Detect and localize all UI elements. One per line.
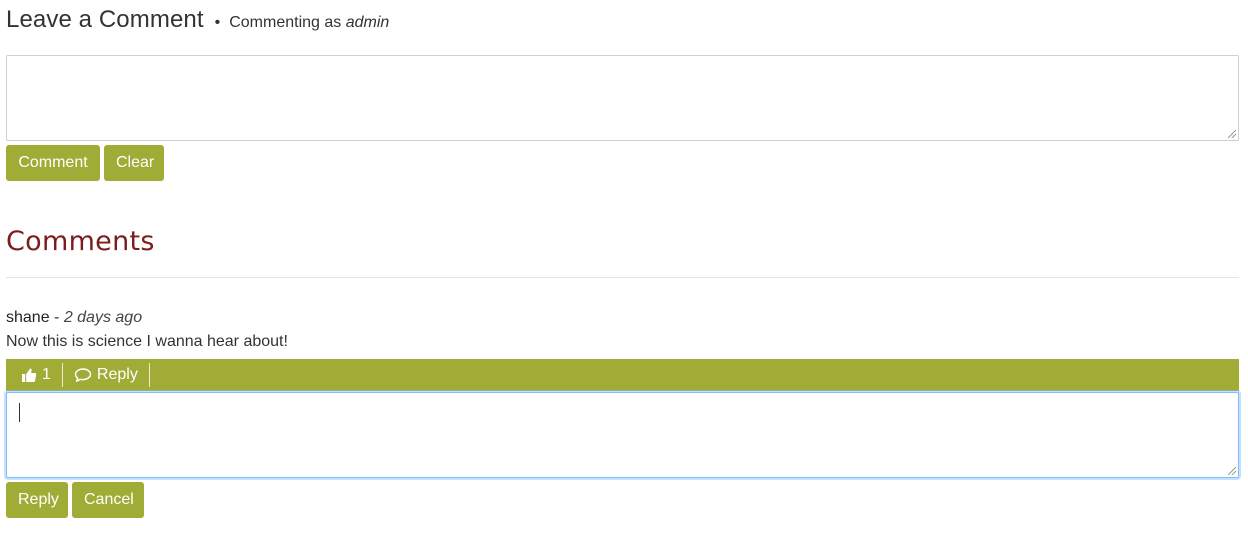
comment-author: shane [6,309,50,326]
like-button[interactable]: 1 [6,363,63,387]
comment-timestamp: 2 days ago [63,309,143,326]
comment-action-bar: 1 Reply [6,359,1239,391]
comments-heading: Comments [6,226,155,257]
commenting-as-user: admin [345,14,390,31]
comment-button[interactable]: Comment [6,145,100,181]
comments-page: Leave a Comment • Commenting as admin Co… [0,0,1248,544]
resize-handle-icon[interactable] [1228,467,1236,475]
divider [6,277,1239,278]
thumbs-up-icon [22,368,37,382]
leave-comment-heading: Leave a Comment • Commenting as admin [6,6,389,42]
commenting-as-label: Commenting as admin [229,14,389,32]
text-cursor [19,403,20,422]
cancel-button[interactable]: Cancel [72,482,144,518]
resize-handle-icon[interactable] [1228,130,1236,138]
comment-body: Now this is science I wanna hear about! [6,333,288,350]
leave-comment-title: Leave a Comment [6,6,204,33]
heading-separator: • [214,14,221,31]
like-count: 1 [42,366,51,383]
commenting-as-prefix: Commenting as [229,14,342,31]
reply-textarea[interactable] [6,392,1239,478]
meta-separator: - [49,309,64,326]
reply-toggle-label: Reply [96,366,138,383]
speech-bubble-icon [74,368,92,382]
reply-submit-button[interactable]: Reply [6,482,68,518]
comment-textarea[interactable] [6,55,1239,141]
reply-toggle-button[interactable]: Reply [63,363,150,387]
comment-meta: shane - 2 days ago [6,309,142,327]
clear-button[interactable]: Clear [104,145,164,181]
